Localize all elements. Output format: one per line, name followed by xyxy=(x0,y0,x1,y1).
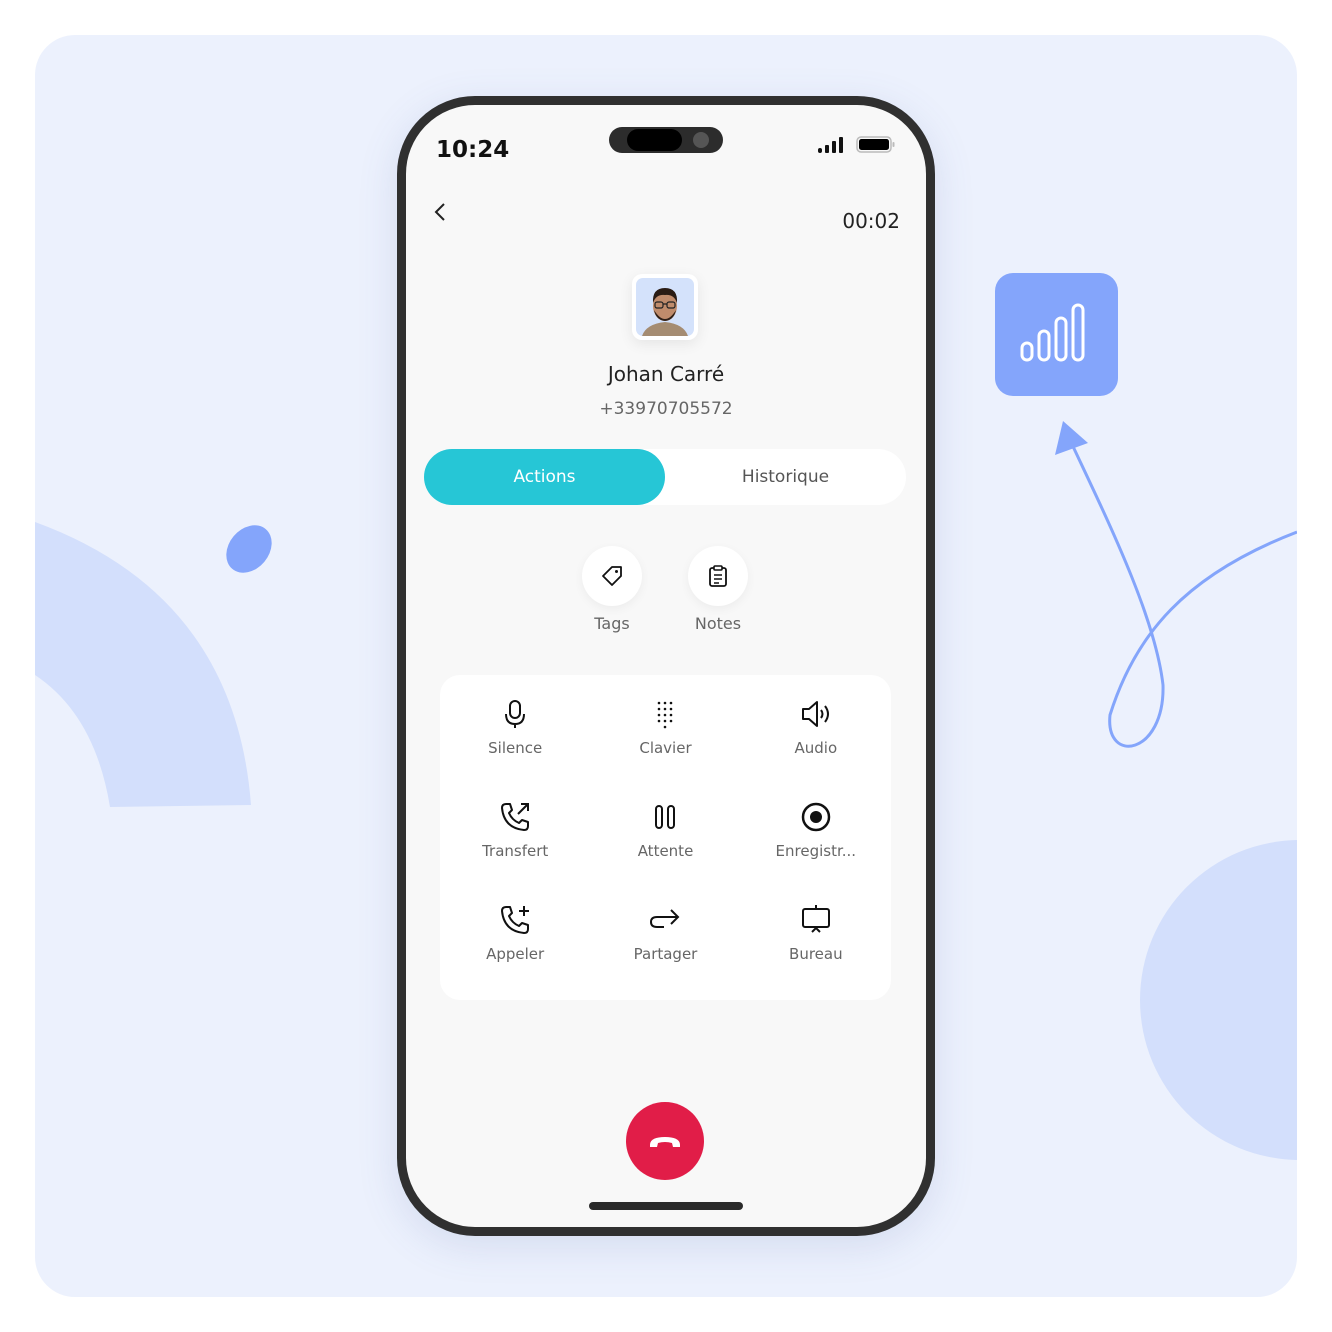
blob-shape xyxy=(226,525,272,573)
contact-name: Johan Carré xyxy=(607,362,725,386)
hang-up-button[interactable] xyxy=(626,1102,704,1180)
audio-button[interactable]: Audio xyxy=(741,697,891,800)
keypad-icon xyxy=(658,701,673,729)
clipboard-icon xyxy=(709,565,727,587)
tags-button[interactable]: Tags xyxy=(582,546,642,633)
contact-phone-number: +33970705572 xyxy=(599,399,733,419)
attente-button[interactable]: Attente xyxy=(590,800,740,903)
share-arrow-icon xyxy=(650,909,680,928)
phone-frame: 10:24 00:02 Johan Carré +33970705572 Act… xyxy=(397,96,935,1236)
pause-icon xyxy=(655,805,676,829)
clavier-label: Clavier xyxy=(639,739,692,757)
tags-label: Tags xyxy=(594,614,630,633)
tab-historique[interactable]: Historique xyxy=(665,449,906,505)
tab-bar: Actions Historique xyxy=(424,449,906,505)
microphone-icon xyxy=(505,700,526,728)
attente-label: Attente xyxy=(637,842,694,860)
phone-add-icon xyxy=(501,906,530,934)
bureau-label: Bureau xyxy=(789,945,843,963)
presentation-icon xyxy=(801,905,830,933)
tab-actions[interactable]: Actions xyxy=(424,449,665,505)
avatar xyxy=(632,274,698,340)
speaker-icon xyxy=(801,701,829,727)
record-icon xyxy=(801,802,831,832)
audio-label: Audio xyxy=(794,739,838,757)
status-time: 10:24 xyxy=(436,137,510,163)
back-chevron-icon[interactable] xyxy=(432,201,448,225)
phone-hangup-icon xyxy=(650,1137,680,1147)
bureau-button[interactable]: Bureau xyxy=(741,903,891,1006)
silence-label: Silence xyxy=(488,739,543,757)
enregistrer-button[interactable]: Enregistr... xyxy=(741,800,891,903)
call-timer: 00:02 xyxy=(842,209,900,233)
call-actions-panel: Silence Clavier Audio Transfert Attente … xyxy=(440,675,891,1000)
notes-button[interactable]: Notes xyxy=(688,546,748,633)
transfert-label: Transfert xyxy=(482,842,549,860)
quarter-ring-shape xyxy=(35,522,251,807)
notes-label: Notes xyxy=(694,614,742,633)
partager-label: Partager xyxy=(633,945,698,963)
battery-full-icon xyxy=(856,136,895,153)
appeler-label: Appeler xyxy=(486,945,545,963)
partager-button[interactable]: Partager xyxy=(590,903,740,1006)
circle-shape xyxy=(1140,840,1297,1160)
home-indicator[interactable] xyxy=(589,1202,743,1210)
contact-photo xyxy=(642,288,688,336)
silence-button[interactable]: Silence xyxy=(440,697,590,800)
phone-transfer-icon xyxy=(501,803,530,831)
signal-bars-icon xyxy=(818,137,843,153)
curved-arrow-line xyxy=(1068,439,1297,748)
appeler-button[interactable]: Appeler xyxy=(440,903,590,1006)
dynamic-island xyxy=(609,127,723,153)
enregistrer-label: Enregistr... xyxy=(775,842,857,860)
arrow-head-icon xyxy=(1055,421,1088,455)
transfert-button[interactable]: Transfert xyxy=(440,800,590,903)
tag-icon xyxy=(602,566,622,586)
clavier-button[interactable]: Clavier xyxy=(590,697,740,800)
